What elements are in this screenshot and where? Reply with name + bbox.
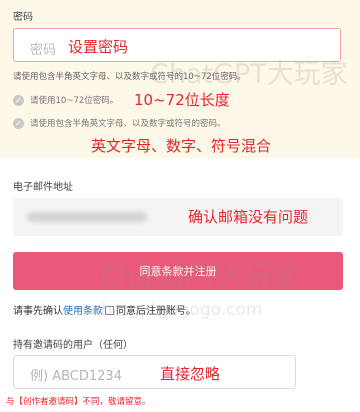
terms-link[interactable]: 使用条款	[63, 306, 103, 317]
email-annotation: 确认邮箱没有问题	[188, 208, 309, 226]
email-label: 电子邮件地址	[13, 182, 73, 193]
invite-label: 持有邀请码的用户（任何）	[13, 340, 133, 351]
checkmark-icon: ✓	[13, 117, 24, 129]
password-check-length: ✓ 请使用10~72位密码。	[13, 94, 118, 106]
invite-code-input[interactable]: 例) ABCD1234 直接忽略	[13, 355, 296, 389]
password-label: 密码	[13, 12, 33, 23]
invite-warning: 与【创作者邀请码】不同，敬请留意。	[6, 397, 151, 407]
invite-placeholder: 例) ABCD1234	[30, 369, 122, 384]
password-help-text: 请使用包含半角英文字母、以及数字或符号的10~72位密码。	[13, 72, 246, 82]
password-section: 密码 密码 设置密码 请使用包含半角英文字母、以及数字或符号的10~72位密码。…	[0, 0, 360, 158]
external-link-icon	[105, 305, 114, 315]
length-annotation: 10~72位长度	[134, 91, 230, 109]
email-value-blurred	[27, 212, 147, 222]
password-check-mix: ✓ 请使用包含半角英文字母、以及数字或符号的密码。	[13, 117, 226, 129]
checkmark-icon: ✓	[13, 94, 24, 106]
terms-notice: 请事先确认使用条款 同意后注册账号。	[13, 302, 196, 317]
agree-register-button[interactable]: 同意条款并注册	[13, 252, 343, 290]
terms-prefix: 请事先确认	[13, 306, 63, 317]
check-text: 请使用10~72位密码。	[30, 96, 119, 106]
password-placeholder: 密码	[30, 43, 57, 58]
email-input[interactable]: 确认邮箱没有问题	[13, 198, 343, 236]
terms-suffix: 同意后注册账号。	[116, 306, 196, 317]
mix-annotation: 英文字母、数字、符号混合	[91, 137, 272, 155]
invite-annotation: 直接忽略	[160, 365, 221, 383]
password-annotation: 设置密码	[68, 38, 129, 56]
password-input[interactable]: 密码 设置密码	[13, 28, 341, 62]
check-text: 请使用包含半角英文字母、以及数字或符号的密码。	[30, 119, 226, 129]
